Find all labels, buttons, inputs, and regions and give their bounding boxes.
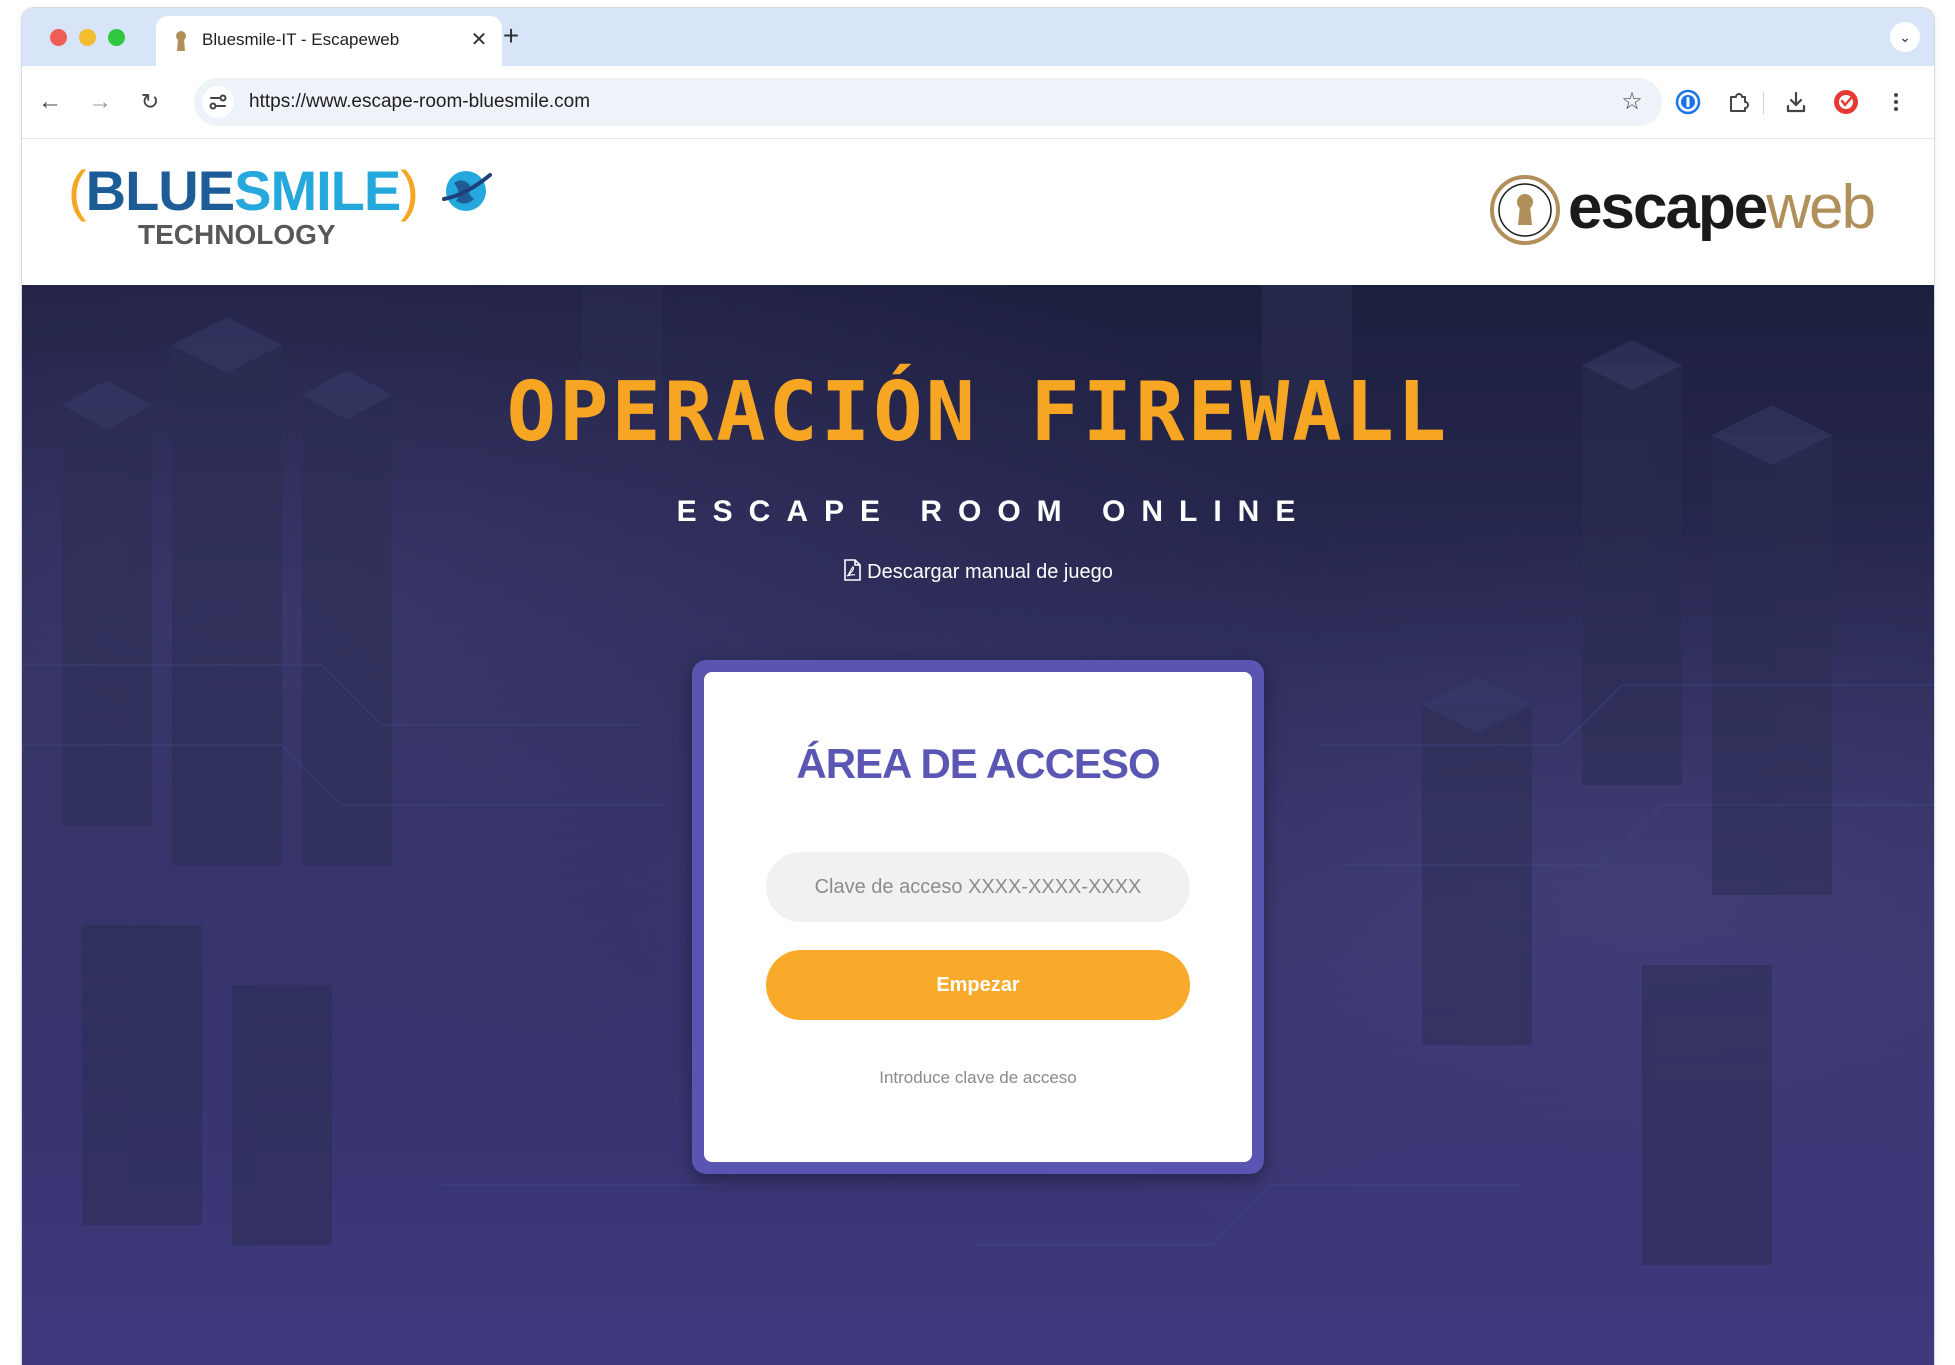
- hero-section: OPERACIÓN FIREWALL ESCAPE ROOM ONLINE De…: [22, 285, 1934, 1365]
- keyhole-favicon-icon: [176, 31, 186, 51]
- forward-button[interactable]: →: [84, 86, 116, 118]
- keyhole-badge-icon: [1490, 175, 1560, 245]
- bluesmile-logo[interactable]: (BLUESMILE) TECHNOLOGY: [68, 159, 492, 259]
- bluesmile-subtitle: TECHNOLOGY: [138, 219, 336, 250]
- tab-close-icon[interactable]: ✕: [466, 27, 492, 53]
- more-menu-icon[interactable]: [1880, 86, 1912, 118]
- escapeweb-logo[interactable]: escapeweb: [1488, 165, 1918, 261]
- url-text[interactable]: https://www.escape-room-bluesmile.com: [249, 91, 590, 113]
- extensions-icon[interactable]: [1722, 86, 1754, 118]
- login-title: ÁREA DE ACCESO: [796, 740, 1160, 787]
- tab-strip: Bluesmile-IT - Escapeweb ✕ + ⌄: [22, 8, 1934, 66]
- address-bar[interactable]: https://www.escape-room-bluesmile.com ☆: [194, 78, 1662, 126]
- browser-window: Bluesmile-IT - Escapeweb ✕ + ⌄ ← → ↻ htt…: [22, 8, 1934, 1365]
- profile-icon[interactable]: [1830, 86, 1862, 118]
- site-info-icon[interactable]: [202, 86, 234, 118]
- tab-search-chevron-icon[interactable]: ⌄: [1890, 22, 1920, 52]
- escapeweb-wordmark: escapeweb: [1568, 173, 1876, 242]
- download-manual-link[interactable]: Descargar manual de juego: [22, 559, 1934, 584]
- toolbar-divider: [1763, 92, 1764, 114]
- download-manual-label[interactable]: Descargar manual de juego: [867, 561, 1113, 583]
- bluesmile-wordmark: (BLUESMILE): [68, 159, 419, 222]
- reload-button[interactable]: ↻: [134, 86, 166, 118]
- minimize-window-button[interactable]: [79, 29, 96, 46]
- close-window-button[interactable]: [50, 29, 67, 46]
- password-manager-icon[interactable]: [1672, 86, 1704, 118]
- tab-active[interactable]: Bluesmile-IT - Escapeweb ✕: [156, 16, 502, 66]
- login-card: ÁREA DE ACCESO Empezar Introduce clave d…: [704, 672, 1252, 1162]
- new-tab-button[interactable]: +: [496, 22, 526, 52]
- start-button[interactable]: Empezar: [766, 950, 1190, 1020]
- login-panel: ÁREA DE ACCESO Empezar Introduce clave d…: [692, 660, 1264, 1174]
- browser-toolbar: ← → ↻ https://www.escape-room-bluesmile.…: [22, 66, 1934, 139]
- hero-title: OPERACIÓN FIREWALL: [506, 365, 1450, 460]
- back-button[interactable]: ←: [34, 86, 66, 118]
- maximize-window-button[interactable]: [108, 29, 125, 46]
- globe-icon: [442, 171, 492, 211]
- download-icon[interactable]: [1780, 86, 1812, 118]
- access-code-input[interactable]: [766, 852, 1190, 922]
- hero-subtitle: ESCAPE ROOM ONLINE: [676, 495, 1312, 528]
- pdf-file-icon: [844, 559, 861, 581]
- star-icon[interactable]: ☆: [1616, 86, 1648, 118]
- site-header: (BLUESMILE) TECHNOLOGY escapeweb: [22, 139, 1934, 285]
- tab-title: Bluesmile-IT - Escapeweb: [202, 30, 400, 49]
- access-code-hint: Introduce clave de acceso: [879, 1068, 1077, 1087]
